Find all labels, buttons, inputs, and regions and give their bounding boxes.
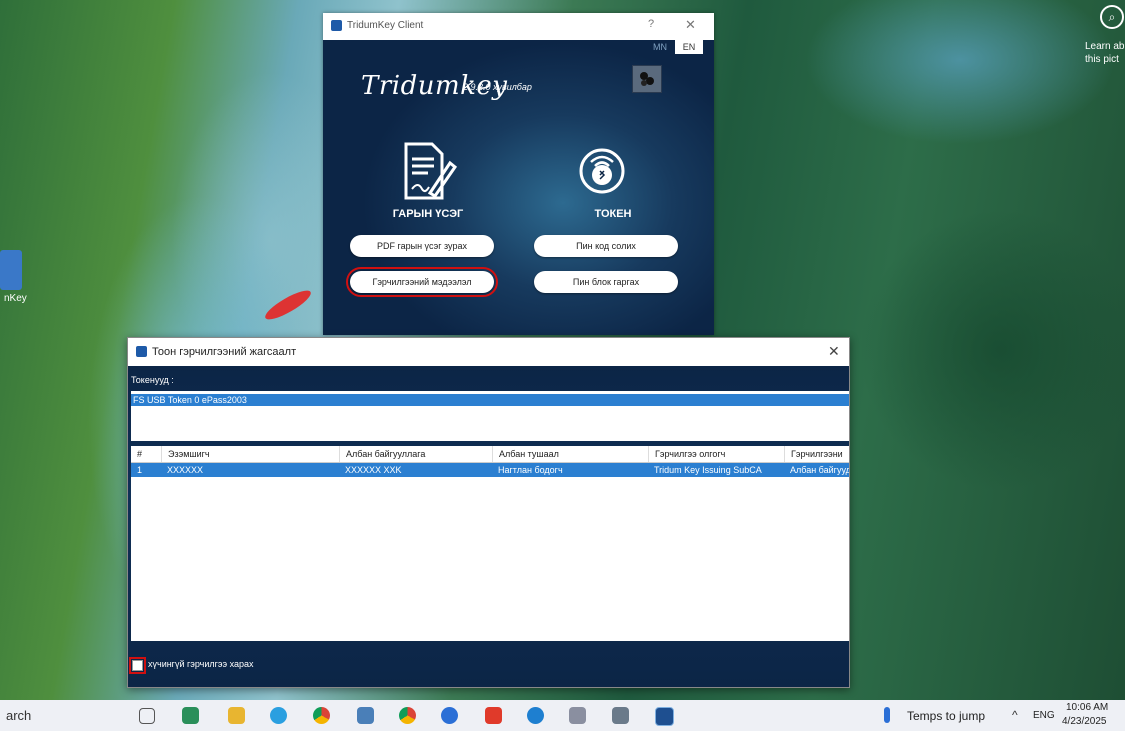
file-explorer-icon[interactable]	[228, 707, 245, 724]
unblock-pin-button[interactable]: Пин блок гаргах	[534, 271, 678, 293]
column-header-issuer[interactable]: Гэрчилгээ олгогч	[648, 446, 784, 462]
telegram-icon[interactable]	[270, 707, 287, 724]
window-title: TridumKey Client	[347, 20, 424, 31]
folder-icon[interactable]	[612, 707, 629, 724]
clock-date[interactable]: 4/23/2025	[1062, 716, 1107, 727]
cert-info-button[interactable]: Гэрчилгээний мэдээлэл	[346, 267, 498, 297]
cell-number: 1	[137, 465, 143, 475]
certificate-table[interactable]: # Эзэмшигч Албан байгууллага Албан тушаа…	[131, 446, 849, 641]
weather-widget[interactable]: Temps to jump	[907, 709, 985, 723]
edge-icon[interactable]	[527, 707, 544, 724]
titlebar: TridumKey Client ? ✕	[323, 13, 714, 40]
paint-icon[interactable]	[569, 707, 586, 724]
pdf-sign-button[interactable]: PDF гарын үсэг зурах	[350, 235, 494, 257]
version-label: 2.9.2.0 хувилбар	[463, 82, 532, 92]
token-fingerprint-icon	[577, 144, 627, 201]
signature-heading: ГАРЫН ҮСЭГ	[392, 208, 464, 220]
document-sign-icon	[402, 141, 458, 206]
dialog-app-icon	[136, 346, 147, 357]
company-logo-icon	[632, 65, 662, 93]
kayak-shape	[261, 285, 315, 325]
learn-about-text[interactable]: Learn ab this pict	[1085, 40, 1125, 66]
app-blue-icon[interactable]	[441, 707, 458, 724]
desktop-icon-label: nKey	[4, 293, 27, 304]
dialog-close-button[interactable]: ✕	[828, 343, 840, 360]
chrome-alt-icon[interactable]	[399, 707, 416, 724]
tridumkey-icon[interactable]	[655, 707, 674, 726]
app-icon	[331, 20, 342, 31]
chrome-icon[interactable]	[313, 707, 330, 724]
help-button[interactable]: ?	[648, 18, 654, 30]
token-list-item[interactable]: FS USB Token 0 ePass2003	[131, 394, 849, 406]
language-indicator[interactable]: ENG	[1033, 710, 1055, 721]
task-view-icon[interactable]	[139, 708, 155, 724]
certificate-list-dialog: Тоон гэрчилгээний жагсаалт ✕ Токенууд : …	[127, 337, 850, 688]
dialog-title: Тоон гэрчилгээний жагсаалт	[152, 346, 297, 358]
search-box[interactable]: arch	[6, 708, 31, 723]
show-revoked-label[interactable]: хүчингүй гэрчилгээ харах	[148, 659, 254, 669]
thermometer-icon	[884, 707, 890, 723]
cell-cert: Албан байгууд	[790, 465, 849, 475]
column-header-owner[interactable]: Эзэмшигч	[161, 446, 339, 462]
tridumkey-window: TridumKey Client ? ✕ MN EN Tridumkey 2.9…	[323, 13, 714, 335]
anydesk-icon[interactable]	[485, 707, 502, 724]
learn-about-icon[interactable]: ⌕	[1100, 5, 1124, 29]
cell-issuer: Tridum Key Issuing SubCA	[654, 465, 762, 475]
cell-owner: XXXXXX	[167, 465, 204, 475]
app-icon[interactable]	[182, 707, 199, 724]
table-header: # Эзэмшигч Албан байгууллага Албан тушаа…	[131, 446, 849, 463]
cell-position: Нагтлан бодогч	[498, 465, 563, 475]
lang-mn-button[interactable]: MN	[653, 42, 667, 52]
column-header-cert[interactable]: Гэрчилгээни	[784, 446, 849, 462]
show-revoked-checkbox[interactable]	[132, 660, 143, 671]
table-row[interactable]: 1 XXXXXX XXXXXX XXK Нагтлан бодогч Tridu…	[131, 463, 849, 477]
cell-organization: XXXXXX XXK	[345, 465, 402, 475]
taskbar: arch Temps to jump ^ ENG 10:06 AM 4/23/2…	[0, 700, 1125, 731]
column-header-organization[interactable]: Албан байгууллага	[339, 446, 492, 462]
tridumkey-desktop-icon[interactable]	[0, 250, 22, 290]
notepad-icon[interactable]	[357, 707, 374, 724]
change-pin-button[interactable]: Пин код солих	[534, 235, 678, 257]
column-header-number[interactable]: #	[131, 446, 161, 462]
lang-en-button[interactable]: EN	[675, 40, 703, 54]
column-header-position[interactable]: Албан тушаал	[492, 446, 648, 462]
tokens-label: Токенууд :	[131, 375, 174, 385]
token-list[interactable]: FS USB Token 0 ePass2003	[131, 391, 849, 441]
close-button[interactable]: ✕	[685, 17, 696, 33]
dialog-titlebar: Тоон гэрчилгээний жагсаалт ✕	[128, 338, 849, 366]
token-heading: ТОКЕН	[594, 208, 632, 220]
show-hidden-icons-caret[interactable]: ^	[1012, 708, 1018, 722]
clock-time[interactable]: 10:06 AM	[1066, 702, 1108, 713]
